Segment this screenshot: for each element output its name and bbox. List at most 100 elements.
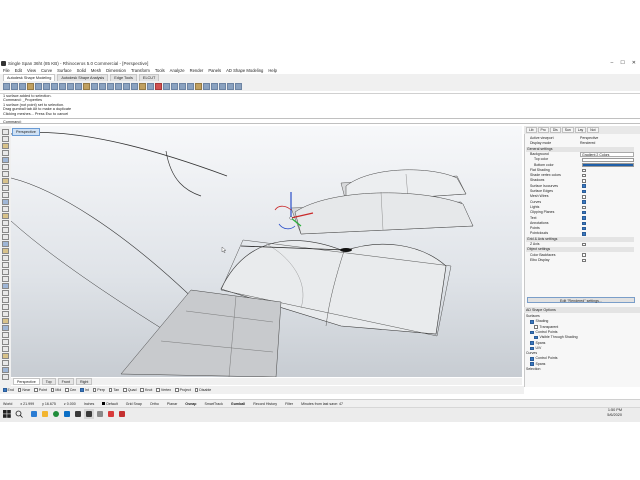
panel-tab-lay[interactable]: Lay [574,127,587,133]
panel-tab-not[interactable]: Not [587,127,599,133]
layer-indicator[interactable]: Default [102,402,118,406]
spotify-icon[interactable] [51,409,61,419]
toolbar-tool-icon[interactable] [131,82,138,90]
toolbar-tool-icon[interactable] [19,82,26,90]
toolbar-tool-icon[interactable] [123,82,130,90]
osnap-perp[interactable]: Perp [92,388,105,392]
surface-option-shading[interactable]: Shading [530,319,548,324]
toolbar-tool-icon[interactable] [27,82,34,90]
acrobat-icon[interactable] [106,409,116,419]
property-checkbox[interactable] [582,210,586,215]
osnap-checkbox[interactable] [3,388,7,392]
snipping-tool-icon[interactable] [95,409,105,419]
toolbar-tool-icon[interactable] [171,82,178,90]
property-checkbox[interactable] [582,205,586,210]
osnap-knot[interactable]: Knot [140,388,152,392]
left-tool-icon[interactable] [2,353,9,359]
property-checkbox[interactable] [582,242,586,247]
left-tool-icon[interactable] [2,220,9,226]
color-swatch[interactable] [582,157,634,162]
property-checkbox[interactable] [582,173,586,178]
option-checkbox[interactable] [530,362,534,366]
osnap-near[interactable]: Near [17,388,30,392]
option-checkbox[interactable] [530,330,534,335]
toolbar-tool-icon[interactable] [211,82,218,90]
panel-tab-dis[interactable]: Dis [549,127,561,133]
color-swatch[interactable] [582,163,634,167]
osnap-int[interactable]: Int [80,388,89,392]
toolbar-tool-icon[interactable] [99,82,106,90]
left-tool-icon[interactable] [2,290,9,296]
toolbar-tool-icon[interactable] [83,82,90,90]
viewport-tab-top[interactable]: Top [41,378,56,385]
toolbar-tool-icon[interactable] [147,82,154,90]
toolbar-tool-icon[interactable] [43,82,50,90]
menu-render[interactable]: Render [190,67,204,74]
viewport-tab-front[interactable]: Front [57,378,74,385]
maximize-button[interactable]: ☐ [620,60,624,67]
property-checkbox[interactable] [582,179,586,183]
status-toggle-filter[interactable]: Filter [285,402,293,406]
left-tool-icon[interactable] [2,346,9,352]
toolbar-tool-icon[interactable] [235,82,242,90]
property-checkbox[interactable] [582,232,586,236]
status-toggle-smarttrack[interactable]: SmartTrack [204,402,222,406]
tab-elcut[interactable]: ELCUT [138,74,160,81]
left-tool-icon[interactable] [2,367,9,373]
menu-solid[interactable]: Solid [77,67,86,74]
osnap-disable[interactable]: Disable [194,388,211,392]
panel-tab-pro[interactable]: Pro [537,127,549,133]
viewport-scene[interactable] [11,126,522,377]
menu-transform[interactable]: Transform [131,67,150,74]
taskbar-clock[interactable]: 1:50 PM 5/6/2020 [592,408,622,418]
toolbar-tool-icon[interactable] [107,82,114,90]
toolbar-tool-icon[interactable] [195,82,202,90]
command-line[interactable]: Command: [0,118,640,124]
close-button[interactable]: ✕ [632,60,636,67]
tab-edge-tools[interactable]: Edge Tools [110,74,137,81]
menu-view[interactable]: View [27,67,36,74]
units-label[interactable]: Inches [84,402,95,406]
edge-browser-icon[interactable] [29,409,39,419]
file-explorer-icon[interactable] [40,409,50,419]
left-tool-icon[interactable] [2,339,9,345]
video-app-icon[interactable] [117,409,127,419]
curve-option-control-points[interactable]: Control Points [530,356,557,361]
osnap-checkbox[interactable] [92,388,97,392]
left-tool-icon[interactable] [2,241,9,247]
osnap-checkbox[interactable] [34,388,38,392]
option-checkbox[interactable] [530,341,534,345]
menu-dimension[interactable]: Dimension [106,67,126,74]
left-tool-icon[interactable] [2,192,9,198]
surface-option-visible-through-shading[interactable]: Visible Through Shading [534,335,578,340]
option-checkbox[interactable] [530,320,534,324]
status-toggle-grid-snap[interactable]: Grid Snap [126,402,142,406]
property-checkbox[interactable] [582,253,586,257]
menu-ad-shape-modeling[interactable]: AD Shape Modeling [226,67,263,74]
option-checkbox[interactable] [530,357,534,361]
surface-option-u-v[interactable]: U/V [530,346,541,351]
property-checkbox[interactable] [582,226,586,231]
property-checkbox[interactable] [582,258,586,263]
osnap-checkbox[interactable] [140,388,144,392]
menu-curve[interactable]: Curve [41,67,52,74]
toolbar-tool-icon[interactable] [3,82,10,90]
option-checkbox[interactable] [534,335,538,340]
toolbar-tool-icon[interactable] [179,82,186,90]
left-tool-icon[interactable] [2,248,9,254]
menu-panels[interactable]: Panels [208,67,221,74]
osnap-quad[interactable]: Quad [123,388,136,392]
app-icon[interactable] [73,409,83,419]
left-tool-icon[interactable] [2,262,9,268]
osnap-project[interactable]: Project [175,388,191,392]
option-checkbox[interactable] [534,325,538,329]
rhino-icon[interactable] [84,409,94,419]
tab-autodesk-shape-modeling[interactable]: Autodesk Shape Modeling [3,74,56,81]
osnap-checkbox[interactable] [80,388,84,392]
toolbar-tool-icon[interactable] [35,82,42,90]
toolbar-tool-icon[interactable] [187,82,194,90]
osnap-mid[interactable]: Mid [50,388,61,392]
option-checkbox[interactable] [530,346,534,351]
left-tool-icon[interactable] [2,234,9,240]
menu-edit[interactable]: Edit [15,67,22,74]
